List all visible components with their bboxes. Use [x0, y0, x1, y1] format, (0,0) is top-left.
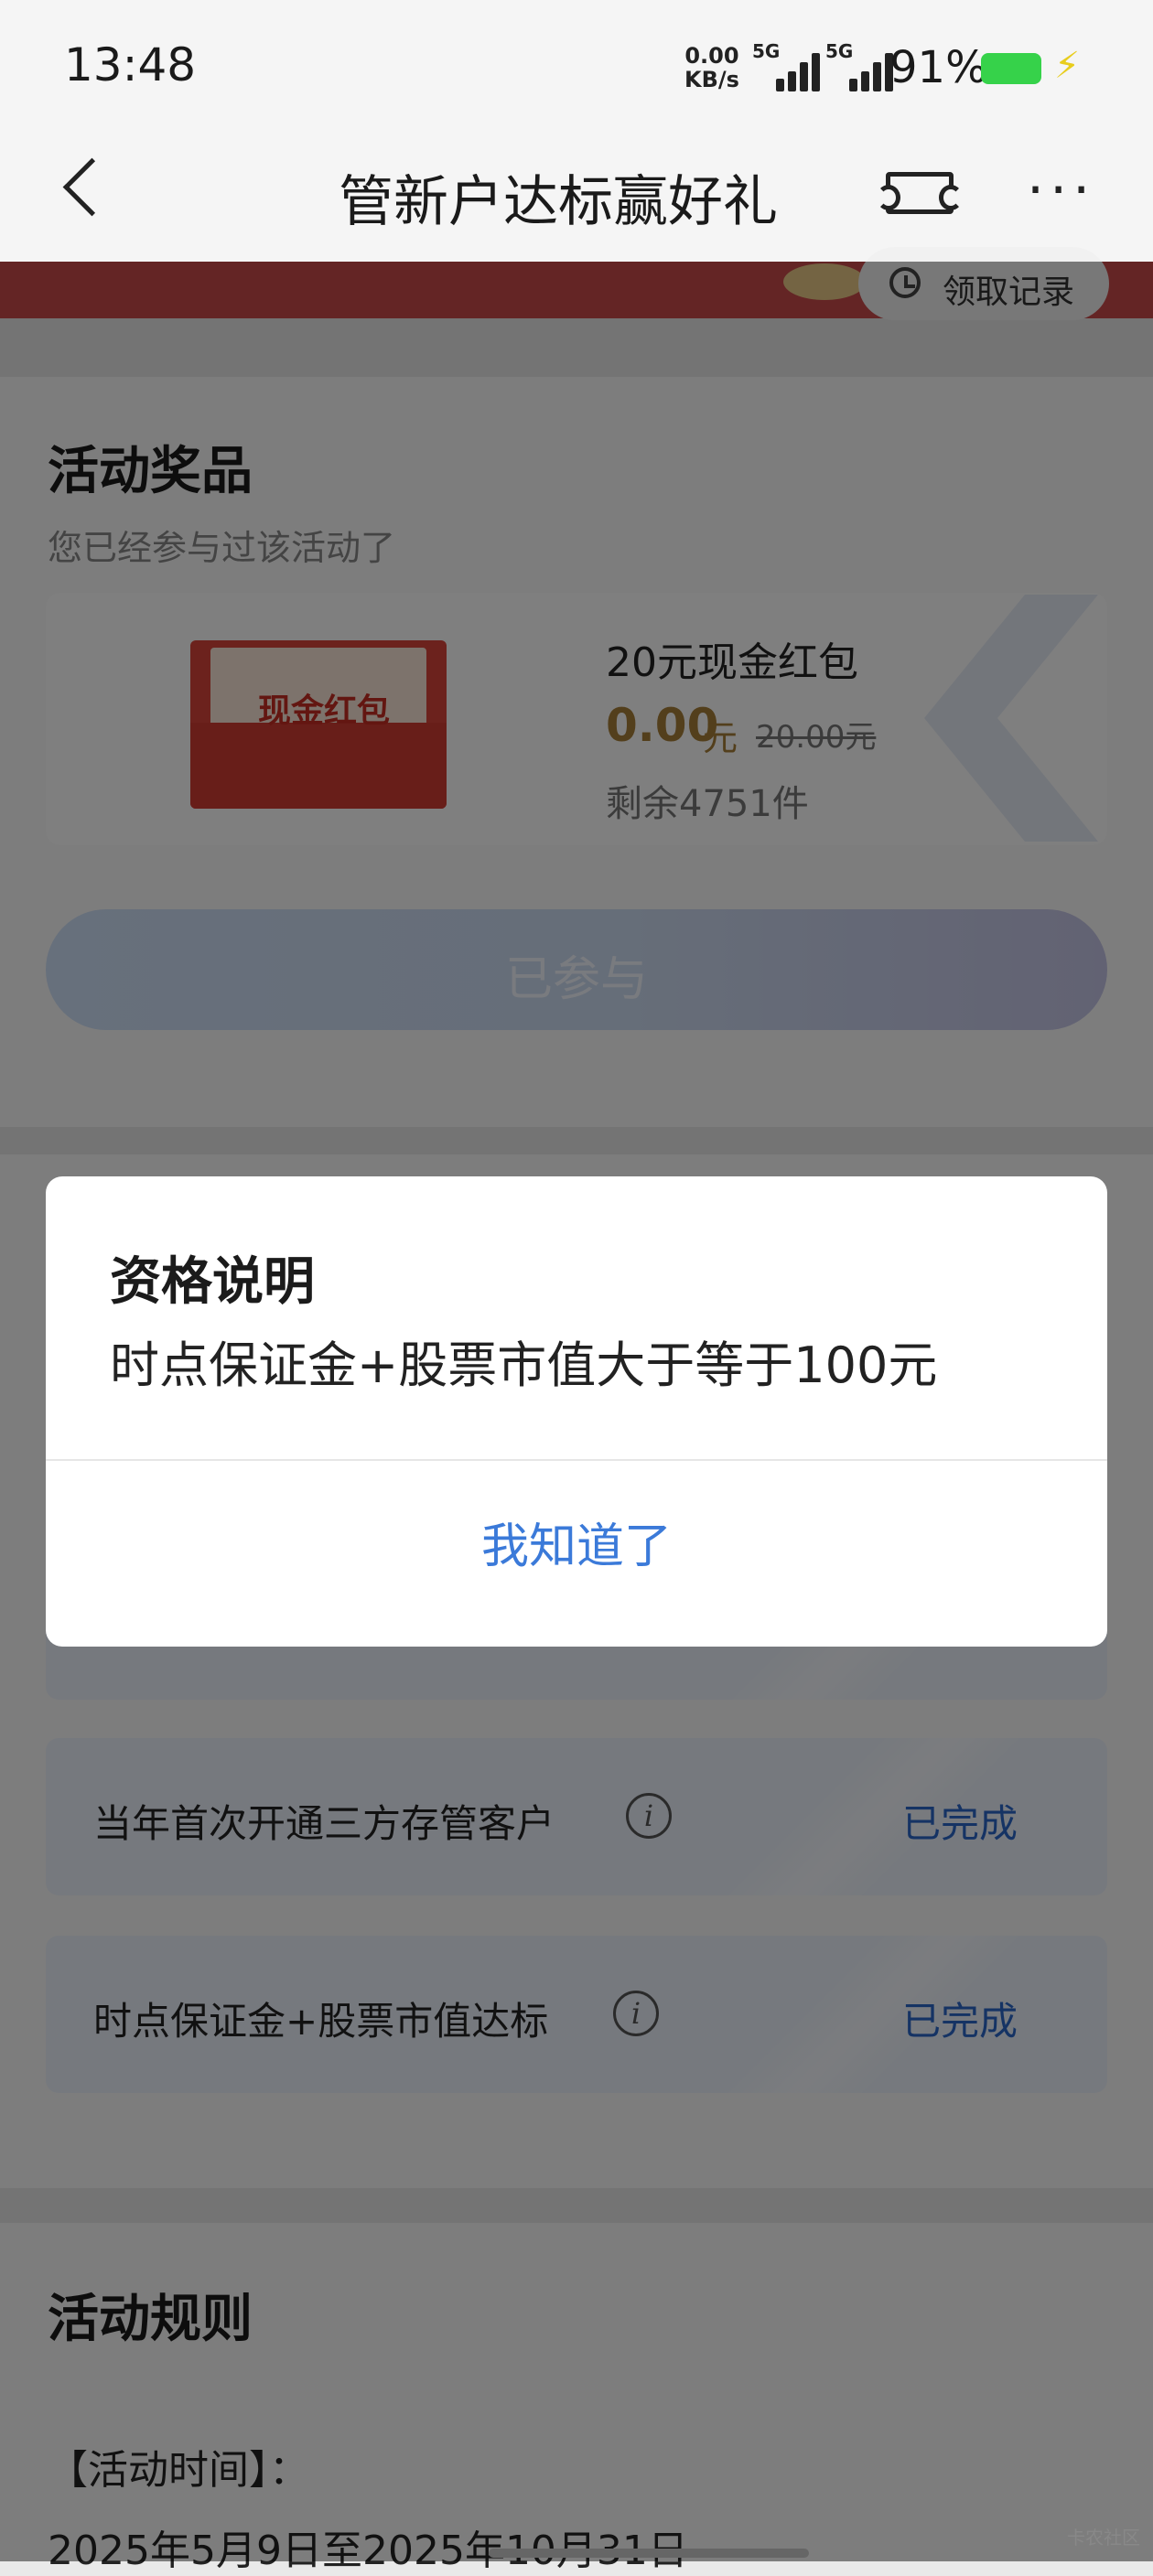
more-icon[interactable]: ···: [1027, 163, 1095, 218]
confirm-button[interactable]: 我知道了: [46, 1462, 1107, 1645]
home-indicator: [489, 2549, 809, 2558]
battery-percent: 91%: [889, 42, 987, 93]
ticket-icon[interactable]: [877, 172, 963, 214]
watermark: 卡农社区: [1067, 2527, 1140, 2549]
dialog-title: 资格说明: [110, 1252, 315, 1312]
battery-icon: [981, 53, 1041, 84]
dialog-divider: [46, 1459, 1107, 1461]
network-speed: 0.00 KB/s: [684, 44, 739, 91]
status-time: 13:48: [64, 38, 197, 91]
network-speed-unit: KB/s: [684, 67, 739, 92]
network-speed-value: 0.00: [684, 43, 739, 69]
charging-icon: ⚡: [1054, 45, 1081, 87]
page-title: 管新户达标赢好礼: [339, 170, 778, 234]
dialog-body: 时点保证金+股票市值大于等于100元: [110, 1336, 938, 1394]
